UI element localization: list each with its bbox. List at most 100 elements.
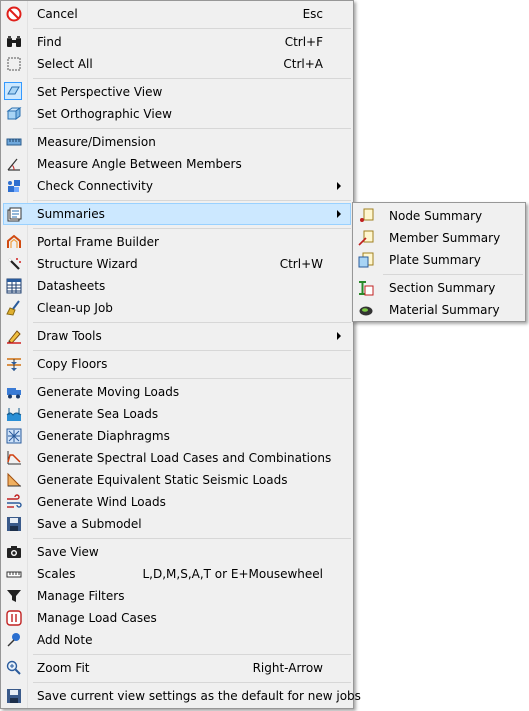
- submenu-item-plate-summary[interactable]: Plate Summary: [355, 249, 523, 271]
- menu-item-save-submodel[interactable]: Save a Submodel: [3, 513, 351, 535]
- material-icon: [358, 302, 374, 318]
- wand-icon: [6, 256, 22, 272]
- wave-icon: [6, 406, 22, 422]
- menu-item-label: Find: [37, 35, 62, 49]
- angle-icon: [6, 156, 22, 172]
- floppy-disk-icon: [6, 688, 22, 704]
- spectral-icon: [6, 450, 22, 466]
- menu-item-add-note[interactable]: Add Note: [3, 629, 351, 651]
- menu-item-generate-seismic[interactable]: Generate Equivalent Static Seismic Loads: [3, 469, 351, 491]
- submenu-item-node-summary[interactable]: Node Summary: [355, 205, 523, 227]
- submenu-item-section-summary[interactable]: Section Summary: [355, 277, 523, 299]
- menu-item-datasheets[interactable]: Datasheets: [3, 275, 351, 297]
- scale-ruler-icon: [6, 566, 22, 582]
- pin-icon: [6, 632, 22, 648]
- submenu-arrow-icon: [337, 332, 341, 340]
- menu-item-label: Summaries: [37, 207, 105, 221]
- menu-item-orthographic-view[interactable]: Set Orthographic View: [3, 103, 351, 125]
- copy-floors-icon: [6, 356, 22, 372]
- pencil-icon: [6, 328, 22, 344]
- menu-item-draw-tools[interactable]: Draw Tools: [3, 325, 351, 347]
- menu-separator: [33, 200, 351, 201]
- submenu-item-material-summary[interactable]: Material Summary: [355, 299, 523, 321]
- menu-item-label: Portal Frame Builder: [37, 235, 159, 249]
- menu-item-manage-filters[interactable]: Manage Filters: [3, 585, 351, 607]
- select-all-icon: [6, 56, 22, 72]
- menu-item-label: Generate Equivalent Static Seismic Loads: [37, 473, 288, 487]
- menu-item-label: Generate Wind Loads: [37, 495, 166, 509]
- truck-icon: [6, 384, 22, 400]
- submenu-item-member-summary[interactable]: Member Summary: [355, 227, 523, 249]
- wind-icon: [6, 494, 22, 510]
- menu-item-generate-sea-loads[interactable]: Generate Sea Loads: [3, 403, 351, 425]
- menu-item-save-view[interactable]: Save View: [3, 541, 351, 563]
- menu-item-shortcut: Ctrl+F: [284, 35, 323, 49]
- orthographic-view-icon: [6, 106, 22, 122]
- zoom-icon: [6, 660, 22, 676]
- menu-item-measure-angle[interactable]: Measure Angle Between Members: [3, 153, 351, 175]
- menu-item-measure[interactable]: Measure/Dimension: [3, 131, 351, 153]
- menu-separator: [33, 228, 351, 229]
- menu-item-label: Zoom Fit: [37, 661, 90, 675]
- menu-item-copy-floors[interactable]: Copy Floors: [3, 353, 351, 375]
- menu-item-label: Select All: [37, 57, 93, 71]
- binoculars-icon: [6, 34, 22, 50]
- menu-item-select-all[interactable]: Select All Ctrl+A: [3, 53, 351, 75]
- menu-item-label: Structure Wizard: [37, 257, 138, 271]
- menu-item-label: Measure/Dimension: [37, 135, 156, 149]
- menu-separator: [33, 538, 351, 539]
- menu-separator: [33, 350, 351, 351]
- menu-item-scales[interactable]: Scales L,D,M,S,A,T or E+Mousewheel: [3, 563, 351, 585]
- menu-item-label: Generate Moving Loads: [37, 385, 180, 399]
- menu-item-summaries[interactable]: Summaries: [3, 203, 351, 225]
- menu-item-structure-wizard[interactable]: Structure Wizard Ctrl+W: [3, 253, 351, 275]
- menu-item-label: Datasheets: [37, 279, 106, 293]
- menu-item-shortcut: Ctrl+W: [279, 257, 323, 271]
- cancel-icon: [6, 6, 22, 22]
- menu-item-perspective-view[interactable]: Set Perspective View: [3, 81, 351, 103]
- menu-separator: [33, 654, 351, 655]
- summaries-icon: [6, 206, 22, 222]
- menu-separator: [33, 682, 351, 683]
- menu-item-shortcut: Esc: [302, 7, 323, 21]
- menu-item-generate-moving-loads[interactable]: Generate Moving Loads: [3, 381, 351, 403]
- menu-item-label: Clean-up Job: [37, 301, 113, 315]
- menu-item-generate-wind-loads[interactable]: Generate Wind Loads: [3, 491, 351, 513]
- menu-item-label: Section Summary: [389, 281, 496, 295]
- menu-item-find[interactable]: Find Ctrl+F: [3, 31, 351, 53]
- menu-item-label: Add Note: [37, 633, 93, 647]
- menu-item-label: Generate Diaphragms: [37, 429, 170, 443]
- broom-icon: [6, 300, 22, 316]
- menu-item-zoom-fit[interactable]: Zoom Fit Right-Arrow: [3, 657, 351, 679]
- summaries-submenu: Node Summary Member Summary Plate Summar…: [352, 202, 526, 322]
- menu-item-label: Member Summary: [389, 231, 501, 245]
- menu-item-label: Measure Angle Between Members: [37, 157, 242, 171]
- menu-item-label: Copy Floors: [37, 357, 108, 371]
- menu-item-label: Save a Submodel: [37, 517, 142, 531]
- menu-item-save-default-view[interactable]: Save current view settings as the defaul…: [3, 685, 361, 707]
- ruler-icon: [6, 134, 22, 150]
- menu-item-label: Save View: [37, 545, 99, 559]
- menu-item-label: Node Summary: [389, 209, 483, 223]
- menu-item-cleanup-job[interactable]: Clean-up Job: [3, 297, 351, 319]
- menu-item-label: Generate Spectral Load Cases and Combina…: [37, 451, 332, 465]
- menu-separator: [33, 78, 351, 79]
- perspective-view-icon: [4, 82, 22, 100]
- menu-item-label: Save current view settings as the defaul…: [37, 689, 361, 703]
- plate-icon: [358, 252, 374, 268]
- menu-item-portal-frame-builder[interactable]: Portal Frame Builder: [3, 231, 351, 253]
- seismic-icon: [6, 472, 22, 488]
- menu-item-check-connectivity[interactable]: Check Connectivity: [3, 175, 351, 197]
- menu-item-generate-diaphragms[interactable]: Generate Diaphragms: [3, 425, 351, 447]
- menu-item-label: Set Orthographic View: [37, 107, 172, 121]
- menu-item-label: Generate Sea Loads: [37, 407, 159, 421]
- menu-item-manage-load-cases[interactable]: Manage Load Cases: [3, 607, 351, 629]
- section-icon: [358, 280, 374, 296]
- menu-item-label: Cancel: [37, 7, 78, 21]
- context-menu: Cancel Esc Find Ctrl+F Select All Ctrl+A…: [0, 0, 361, 709]
- menu-item-label: Manage Load Cases: [37, 611, 157, 625]
- menu-separator: [33, 378, 351, 379]
- menu-item-generate-spectral[interactable]: Generate Spectral Load Cases and Combina…: [3, 447, 351, 469]
- menu-item-cancel[interactable]: Cancel Esc: [3, 3, 351, 25]
- submenu-arrow-icon: [337, 182, 341, 190]
